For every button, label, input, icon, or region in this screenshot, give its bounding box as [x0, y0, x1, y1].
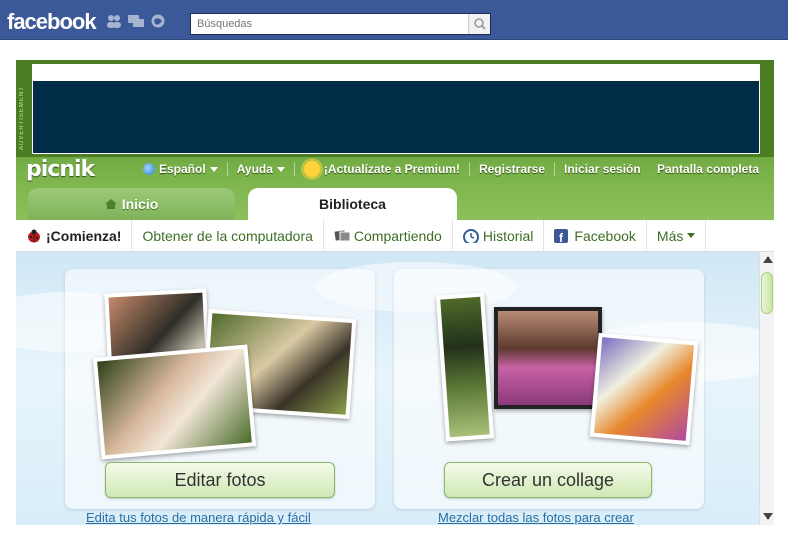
subnav-mas[interactable]: Más [647, 219, 707, 252]
scroll-down-icon[interactable] [763, 513, 773, 520]
search-input[interactable]: Búsquedas [190, 13, 491, 35]
subnav-computadora-label: Obtener de la computadora [142, 227, 313, 244]
tab-inicio-label: Inicio [121, 196, 159, 212]
edit-photos-description[interactable]: Edita tus fotos de manera rápida y fácil [86, 510, 311, 525]
photo-image [440, 296, 490, 438]
picnik-nav: Español Ayuda ¡Actualízate a Premium! Re… [134, 161, 650, 177]
photo-image [108, 292, 206, 358]
login-link[interactable]: Iniciar sesión [555, 162, 650, 176]
library-subnav: ¡Comienza! Obtener de la computadora Com… [16, 219, 774, 252]
subnav-compartiendo[interactable]: Compartiendo [324, 219, 453, 252]
collage-sample [589, 332, 699, 446]
login-label: Iniciar sesión [564, 162, 641, 176]
globe-icon [143, 163, 155, 175]
tab-biblioteca[interactable]: Biblioteca [248, 188, 457, 220]
scroll-thumb[interactable] [761, 272, 773, 314]
register-label: Registrarse [478, 162, 546, 176]
subnav-comienza[interactable]: ¡Comienza! [16, 219, 133, 252]
language-label: Español [159, 162, 206, 176]
facebook-logo[interactable]: facebook [7, 9, 97, 35]
ad-label: ADVERTISEMENT [19, 86, 25, 150]
facebook-top-bar: facebook Búsquedas [0, 0, 788, 40]
edit-photos-card: Editar fotos [65, 269, 375, 509]
home-icon [104, 199, 117, 209]
edit-photos-button[interactable]: Editar fotos [105, 462, 335, 498]
content-scrollbar[interactable] [759, 252, 774, 525]
subnav-computadora[interactable]: Obtener de la computadora [132, 219, 324, 252]
subnav-compartiendo-label: Compartiendo [353, 227, 442, 244]
subnav-facebook[interactable]: f Facebook [544, 219, 647, 252]
collage-card: Crear un collage [394, 269, 704, 509]
language-menu[interactable]: Español [134, 162, 228, 176]
collage-sample [435, 292, 495, 442]
tab-biblioteca-label: Biblioteca [319, 196, 386, 212]
picnik-header: picnik Español Ayuda ¡Actualízate a Prem… [16, 157, 774, 187]
tab-inicio[interactable]: Inicio [28, 188, 235, 220]
subnav-facebook-label: Facebook [574, 227, 636, 244]
picnik-logo[interactable]: picnik [26, 157, 95, 182]
search-placeholder: Búsquedas [197, 18, 253, 30]
ad-top-strip [33, 65, 759, 81]
ladybug-icon [28, 229, 40, 242]
library-content: Editar fotos Edita tus fotos de manera r… [16, 252, 759, 525]
register-link[interactable]: Registrarse [470, 162, 556, 176]
chevron-down-icon [209, 166, 218, 172]
premium-label: ¡Actualízate a Premium! [323, 162, 460, 176]
collage-description[interactable]: Mezclar todas las fotos para crear [438, 510, 634, 525]
premium-link[interactable]: ¡Actualízate a Premium! [295, 161, 470, 177]
search-icon[interactable] [468, 14, 490, 34]
ad-band: ADVERTISEMENT [16, 60, 774, 157]
ad-banner[interactable] [32, 64, 760, 154]
messages-icon[interactable] [128, 14, 144, 28]
picnik-app-frame: ADVERTISEMENT picnik Español Ayuda ¡Actu… [16, 60, 774, 525]
notifications-icon[interactable] [150, 14, 166, 28]
sun-icon [303, 161, 320, 177]
create-collage-button[interactable]: Crear un collage [444, 462, 652, 498]
clock-icon [462, 228, 479, 243]
facebook-jewel-icons [106, 14, 166, 28]
photo-image [593, 337, 695, 441]
photo-image [97, 348, 252, 456]
fullscreen-link[interactable]: Pantalla completa [657, 162, 759, 176]
collage-sample [494, 307, 602, 409]
scroll-up-icon[interactable] [763, 256, 773, 263]
friends-icon[interactable] [106, 14, 122, 28]
help-menu[interactable]: Ayuda [228, 162, 295, 176]
subnav-historial[interactable]: Historial [453, 219, 545, 252]
subnav-historial-label: Historial [482, 227, 534, 244]
subnav-mas-label: Más [656, 227, 684, 244]
subnav-comienza-label: ¡Comienza! [46, 227, 122, 244]
sample-photo [92, 344, 257, 460]
chevron-down-icon [276, 166, 285, 172]
facebook-icon: f [554, 228, 569, 243]
photos-icon [334, 229, 350, 241]
photo-image [498, 311, 598, 405]
help-label: Ayuda [236, 162, 273, 176]
chevron-down-icon [687, 233, 696, 238]
